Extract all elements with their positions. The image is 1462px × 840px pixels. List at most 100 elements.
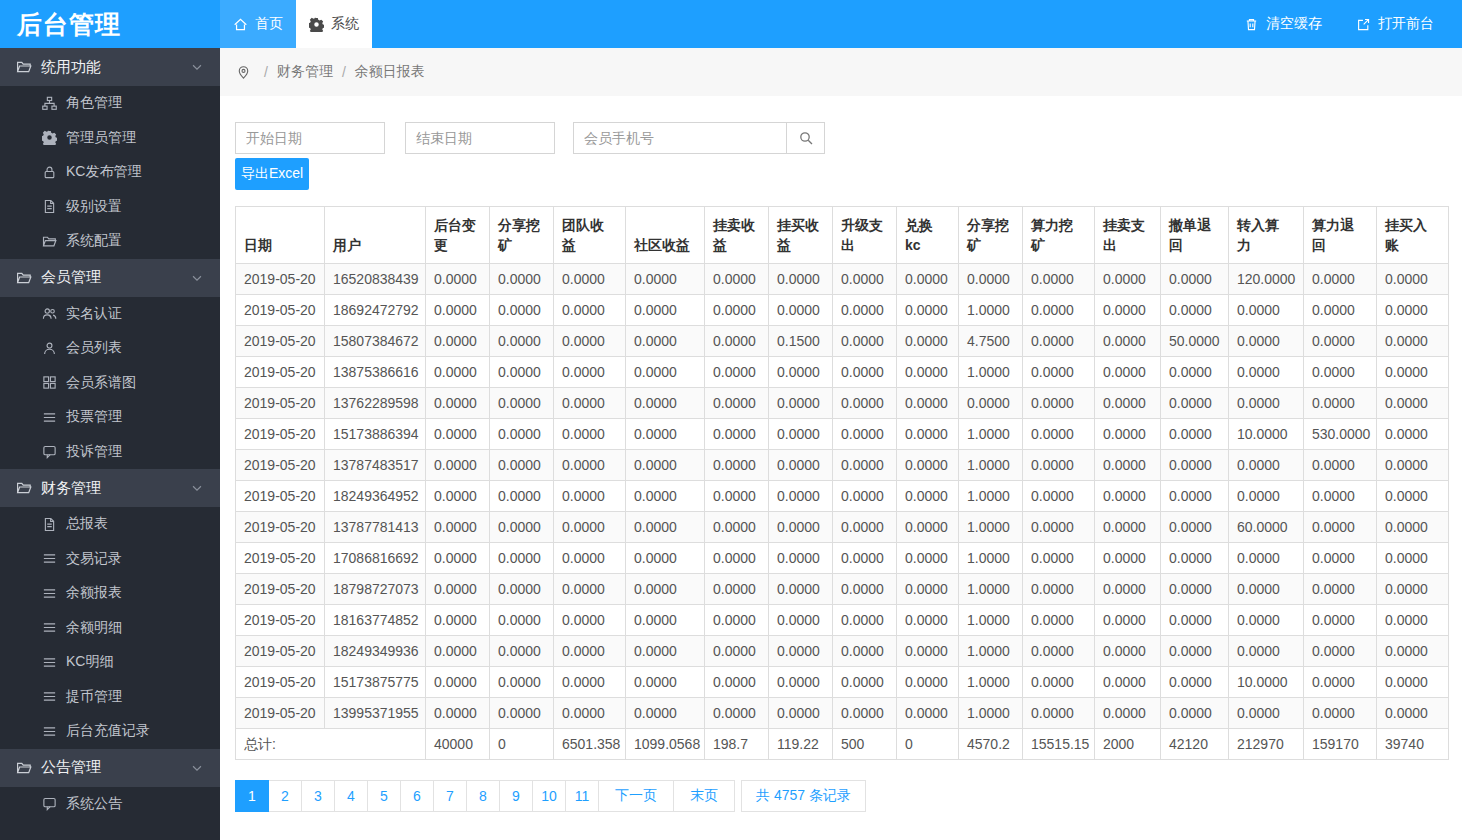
folder-open-icon: [16, 760, 32, 776]
sidebar-section-announcement-management[interactable]: 公告管理: [0, 749, 220, 787]
sidebar-item-balance-details[interactable]: 余额明细: [0, 611, 220, 646]
cell-value: 0.0000: [1377, 574, 1449, 605]
column-header: 分享挖矿: [490, 207, 554, 264]
tab-label: 系统: [331, 15, 359, 33]
last-page-button[interactable]: 末页: [673, 780, 735, 812]
export-excel-button[interactable]: 导出Excel: [235, 158, 309, 190]
page-button-10[interactable]: 10: [532, 780, 566, 812]
cell-value: 0.0000: [1161, 667, 1229, 698]
sidebar-item-system-config[interactable]: 系统配置: [0, 224, 220, 259]
sidebar-item-member-list[interactable]: 会员列表: [0, 331, 220, 366]
page-button-1[interactable]: 1: [235, 780, 269, 812]
cell-value: 0.0000: [1304, 698, 1377, 729]
cell-value: 0.0000: [769, 481, 833, 512]
sidebar-item-complaint-management[interactable]: 投诉管理: [0, 435, 220, 470]
sidebar-item-kc-details[interactable]: KC明细: [0, 645, 220, 680]
search-button[interactable]: [787, 122, 825, 154]
table-row: 2019-05-20151738757750.00000.00000.00000…: [236, 667, 1449, 698]
cell-value: 0.0000: [426, 388, 490, 419]
sidebar-item-realname-auth[interactable]: 实名认证: [0, 297, 220, 332]
table-row: 2019-05-20165208384390.00000.00000.00000…: [236, 264, 1449, 295]
cell-value: 0.0000: [626, 481, 705, 512]
cell-value: 0.0000: [769, 574, 833, 605]
sidebar-item-transaction-records[interactable]: 交易记录: [0, 542, 220, 577]
page-button-8[interactable]: 8: [466, 780, 500, 812]
cell-value: 0.0000: [490, 543, 554, 574]
sidebar-item-label: 角色管理: [66, 94, 122, 112]
cell-value: 0.0000: [897, 667, 959, 698]
cell-value: 0.0000: [1304, 543, 1377, 574]
table-total-row: 总计:4000006501.3581099.0568198.7119.22500…: [236, 729, 1449, 760]
cell-value: 0.0000: [426, 543, 490, 574]
list-icon: [42, 689, 57, 704]
cell-value: 0.0000: [897, 295, 959, 326]
sidebar-item-member-genealogy[interactable]: 会员系谱图: [0, 366, 220, 401]
column-header: 挂卖支出: [1095, 207, 1161, 264]
sidebar-section-general-functions[interactable]: 统用功能: [0, 48, 220, 86]
start-date-input[interactable]: [235, 122, 385, 154]
cell-user: 13787781413: [325, 512, 426, 543]
sidebar-item-vote-management[interactable]: 投票管理: [0, 400, 220, 435]
breadcrumb: / 财务管理 / 余额日报表: [220, 48, 1462, 96]
cell-value: 0.0000: [1023, 698, 1095, 729]
page-button-2[interactable]: 2: [268, 780, 302, 812]
tab-home[interactable]: 首页: [220, 0, 296, 48]
cell-value: 60.0000: [1229, 512, 1304, 543]
tab-system[interactable]: 系统: [296, 0, 372, 48]
member-phone-input[interactable]: [573, 122, 787, 154]
column-header: 用户: [325, 207, 426, 264]
cell-value: 0.0000: [426, 512, 490, 543]
cell-value: 0.0000: [1023, 388, 1095, 419]
total-value: 1099.0568: [626, 729, 705, 760]
breadcrumb-separator: /: [264, 64, 268, 80]
sidebar-section-member-management[interactable]: 会员管理: [0, 259, 220, 297]
page-button-11[interactable]: 11: [565, 780, 599, 812]
sidebar-item-admin-management[interactable]: 管理员管理: [0, 121, 220, 156]
top-action-label: 清空缓存: [1266, 15, 1322, 33]
open-frontend-button[interactable]: 打开前台: [1356, 15, 1434, 33]
sidebar-item-level-settings[interactable]: 级别设置: [0, 190, 220, 225]
cell-value: 0.0000: [1161, 543, 1229, 574]
sidebar-nav: 统用功能角色管理管理员管理KC发布管理级别设置系统配置会员管理实名认证会员列表会…: [0, 48, 220, 840]
cell-value: 0.0000: [490, 667, 554, 698]
cell-value: 10.0000: [1229, 419, 1304, 450]
table-row: 2019-05-20138753866160.00000.00000.00000…: [236, 357, 1449, 388]
page-button-5[interactable]: 5: [367, 780, 401, 812]
sidebar-section-finance-management[interactable]: 财务管理: [0, 469, 220, 507]
sidebar-item-role-management[interactable]: 角色管理: [0, 86, 220, 121]
page-button-3[interactable]: 3: [301, 780, 335, 812]
sidebar-item-summary-report[interactable]: 总报表: [0, 507, 220, 542]
cell-value: 0.0000: [554, 636, 626, 667]
cell-value: 0.0000: [490, 481, 554, 512]
cell-value: 0.0000: [490, 512, 554, 543]
next-page-button[interactable]: 下一页: [598, 780, 674, 812]
sidebar-item-balance-report[interactable]: 余额报表: [0, 576, 220, 611]
breadcrumb-item-finance[interactable]: 财务管理: [277, 63, 333, 81]
cell-value: 0.0000: [426, 264, 490, 295]
cell-value: 0.1500: [769, 326, 833, 357]
clear-cache-button[interactable]: 清空缓存: [1244, 15, 1322, 33]
sidebar-item-label: 级别设置: [66, 198, 122, 216]
cell-value: 0.0000: [1377, 388, 1449, 419]
sidebar-item-label: 投诉管理: [66, 443, 122, 461]
sidebar-item-kc-publish-management[interactable]: KC发布管理: [0, 155, 220, 190]
cell-user: 13787483517: [325, 450, 426, 481]
sidebar-item-system-announcement[interactable]: 系统公告: [0, 787, 220, 822]
cell-value: 0.0000: [490, 450, 554, 481]
app-title: 后台管理: [0, 0, 220, 48]
cell-user: 15807384672: [325, 326, 426, 357]
total-label: 总计:: [236, 729, 426, 760]
cell-value: 0.0000: [833, 574, 897, 605]
page-button-4[interactable]: 4: [334, 780, 368, 812]
page-button-6[interactable]: 6: [400, 780, 434, 812]
page-button-9[interactable]: 9: [499, 780, 533, 812]
sidebar-item-withdraw-management[interactable]: 提币管理: [0, 680, 220, 715]
total-value: 42120: [1161, 729, 1229, 760]
cell-value: 0.0000: [1304, 357, 1377, 388]
total-value: 15515.15: [1023, 729, 1095, 760]
cell-value: 0.0000: [554, 512, 626, 543]
column-header: 算力挖矿: [1023, 207, 1095, 264]
sidebar-item-backend-recharge-records[interactable]: 后台充值记录: [0, 714, 220, 749]
page-button-7[interactable]: 7: [433, 780, 467, 812]
end-date-input[interactable]: [405, 122, 555, 154]
